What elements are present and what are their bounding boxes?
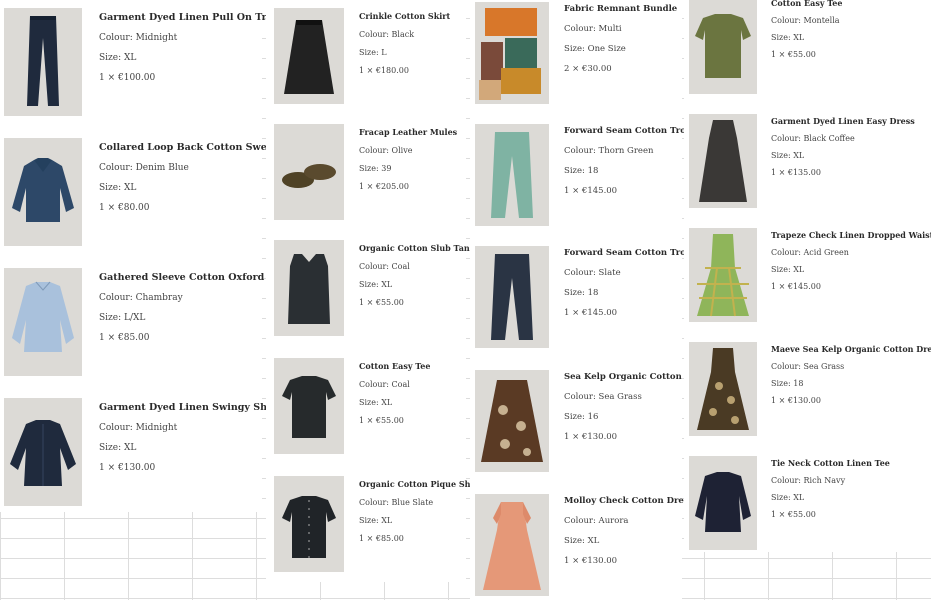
item-title[interactable]: Trapeze Check Linen Dropped Waist Dress — [771, 230, 931, 240]
item-colour: Colour: Sea Grass — [771, 362, 845, 371]
shirt-image — [274, 476, 344, 572]
order-item-card[interactable]: Garment Dyed Linen Pull On Trousers Colo… — [4, 8, 302, 118]
shoes-image — [274, 124, 344, 220]
trousers-image — [4, 8, 82, 116]
dress-image — [475, 494, 549, 596]
item-price: 1 × €180.00 — [359, 66, 409, 75]
item-price: 1 × €130.00 — [771, 396, 821, 405]
dress-image — [689, 114, 757, 208]
item-price: 1 × €130.00 — [99, 463, 156, 473]
trousers-image — [475, 124, 549, 226]
item-colour: Colour: Acid Green — [771, 248, 849, 257]
order-item-card[interactable]: Fabric Remnant Bundle Colour: Multi Size… — [475, 2, 682, 106]
item-price: 1 × €135.00 — [771, 168, 821, 177]
order-column-2: Crinkle Cotton Skirt Colour: Black Size:… — [266, 0, 494, 582]
item-size: Size: 18 — [771, 379, 804, 388]
order-item-card[interactable]: Fracap Leather Mules Colour: Olive Size:… — [274, 124, 466, 224]
order-column-1: Garment Dyed Linen Pull On Trousers Colo… — [0, 0, 303, 512]
order-item-card[interactable]: Forward Seam Cotton Trousers Colour: Sla… — [475, 246, 712, 350]
item-title[interactable]: Garment Dyed Linen Easy Dress — [771, 116, 915, 126]
order-item-card[interactable]: Molloy Check Cotton Dress Colour: Aurora… — [475, 494, 693, 598]
dress-image — [689, 342, 757, 436]
item-colour: Colour: Black — [359, 30, 415, 39]
item-colour: Colour: Black Coffee — [771, 134, 855, 143]
order-item-card[interactable]: Cotton Easy Tee Colour: Coal Size: XL 1 … — [274, 358, 466, 458]
item-title[interactable]: Tie Neck Cotton Linen Tee — [771, 458, 890, 468]
item-size: Size: One Size — [564, 44, 626, 54]
item-size: Size: XL — [771, 265, 805, 274]
item-size: Size: XL — [359, 398, 393, 407]
item-price: 1 × €130.00 — [564, 556, 618, 566]
item-price: 1 × €205.00 — [359, 182, 409, 191]
item-size: Size: XL — [771, 151, 805, 160]
item-colour: Colour: Multi — [564, 24, 622, 34]
order-item-card[interactable]: Garment Dyed Linen Swingy Shirt Colour: … — [4, 398, 280, 508]
item-colour: Colour: Rich Navy — [771, 476, 846, 485]
item-price: 1 × €55.00 — [771, 510, 816, 519]
item-size: Size: XL — [771, 33, 805, 42]
shirt-image — [4, 398, 82, 506]
order-item-card[interactable]: Garment Dyed Linen Easy Dress Colour: Bl… — [689, 114, 931, 212]
item-colour: Colour: Montella — [771, 16, 840, 25]
item-title[interactable]: Garment Dyed Linen Swingy Shirt — [99, 402, 280, 413]
item-colour: Colour: Coal — [359, 380, 410, 389]
item-title[interactable]: Molloy Check Cotton Dress — [564, 496, 693, 506]
item-size: Size: L — [359, 48, 387, 57]
item-colour: Colour: Blue Slate — [359, 498, 434, 507]
item-size: Size: 39 — [359, 164, 392, 173]
item-size: Size: XL — [359, 516, 393, 525]
item-title[interactable]: Maeve Sea Kelp Organic Cotton Dress — [771, 344, 931, 354]
order-item-card[interactable]: Organic Cotton Pique Shirt Colour: Blue … — [274, 476, 481, 576]
item-title[interactable]: Organic Cotton Pique Shirt — [359, 479, 481, 489]
order-item-card[interactable]: Maeve Sea Kelp Organic Cotton Dress Colo… — [689, 342, 931, 440]
item-colour: Colour: Midnight — [99, 423, 178, 433]
order-item-card[interactable]: Forward Seam Cotton Trousers Colour: Tho… — [475, 124, 712, 228]
order-item-card[interactable]: Collared Loop Back Cotton Sweatshirt Col… — [4, 138, 303, 248]
item-title[interactable]: Cotton Easy Tee — [771, 0, 842, 8]
item-price: 1 × €145.00 — [771, 282, 821, 291]
tee-image — [689, 0, 757, 94]
dress-image — [689, 228, 757, 322]
item-price: 1 × €55.00 — [771, 50, 816, 59]
item-title[interactable]: Fabric Remnant Bundle — [564, 4, 677, 14]
item-title[interactable]: Cotton Easy Tee — [359, 361, 430, 371]
top-image — [689, 456, 757, 550]
skirt-image — [274, 8, 344, 104]
order-item-card[interactable]: Organic Cotton Slub Tank Top Colour: Coa… — [274, 240, 494, 340]
order-column-3: Fabric Remnant Bundle Colour: Multi Size… — [470, 0, 712, 600]
trousers-image — [475, 246, 549, 348]
item-price: 1 × €85.00 — [359, 534, 404, 543]
item-price: 1 × €55.00 — [359, 416, 404, 425]
order-item-card[interactable]: Crinkle Cotton Skirt Colour: Black Size:… — [274, 8, 466, 108]
skirt-image — [475, 370, 549, 472]
order-item-card[interactable]: Gathered Sleeve Cotton Oxford Shirt Colo… — [4, 268, 294, 378]
item-colour: Colour: Olive — [359, 146, 413, 155]
order-column-4: Cotton Easy Tee Colour: Montella Size: X… — [684, 0, 931, 552]
order-item-card[interactable]: Tie Neck Cotton Linen Tee Colour: Rich N… — [689, 456, 931, 554]
item-title[interactable]: Fracap Leather Mules — [359, 127, 457, 137]
tee-image — [274, 358, 344, 454]
item-title[interactable]: Crinkle Cotton Skirt — [359, 11, 450, 21]
order-item-card[interactable]: Cotton Easy Tee Colour: Montella Size: X… — [689, 0, 931, 98]
item-size: Size: XL — [564, 536, 600, 546]
item-price: 2 × €30.00 — [564, 64, 612, 74]
order-item-card[interactable]: Sea Kelp Organic Cotton Skirt Colour: Se… — [475, 370, 708, 474]
sweatshirt-image — [4, 138, 82, 246]
tank-top-image — [274, 240, 344, 336]
fabric-image — [475, 2, 549, 104]
shirt-image — [4, 268, 82, 376]
item-size: Size: XL — [99, 443, 137, 453]
item-size: Size: XL — [771, 493, 805, 502]
order-item-card[interactable]: Trapeze Check Linen Dropped Waist Dress … — [689, 228, 931, 326]
item-colour: Colour: Aurora — [564, 516, 629, 526]
